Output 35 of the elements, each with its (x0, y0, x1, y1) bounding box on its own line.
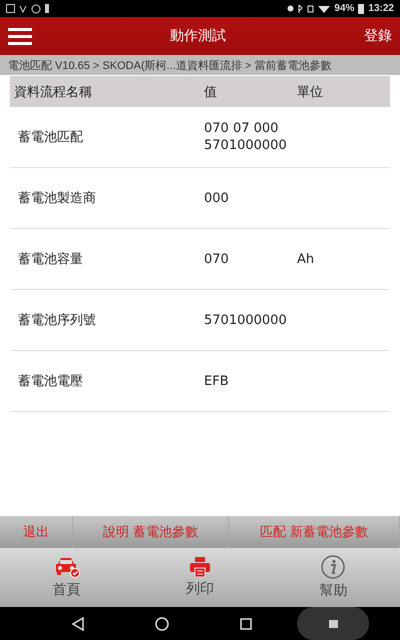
column-header: 資料流程名稱 (13, 84, 93, 100)
nav-button[interactable]: 首頁 (0, 548, 134, 607)
table-cell-text: 蓄電池匹配 (17, 129, 84, 146)
column-header: 單位 (297, 84, 323, 100)
back-icon[interactable] (72, 616, 84, 630)
menu-icon[interactable] (8, 28, 32, 44)
table-cell-text: 000 (204, 190, 230, 206)
table-cell-text: EFB (204, 372, 230, 390)
breadcrumb: 電池匹配 V10.65 > SKODA(斯柯...道資料匯流排 > 當前蓄電池參數 (0, 55, 400, 75)
table-cell-text: 蓄電池製造商 (17, 190, 97, 207)
circle-icon (31, 4, 41, 14)
car-icon (54, 556, 80, 578)
printer-icon (190, 557, 210, 577)
image-icon (6, 4, 15, 13)
table-cell-text: 蓄電池容量 (17, 251, 84, 268)
table-cell-text: 蓄電池電壓 (17, 373, 84, 390)
nav-button[interactable]: 幫助 (266, 548, 400, 607)
table-cell-text: 070 (204, 250, 230, 268)
battery-icon (358, 4, 364, 14)
column-header: 值 (204, 84, 218, 100)
table-cell-text: 070 07 000 5701000000 (204, 120, 288, 154)
clock: 13:22 (368, 3, 394, 14)
screen-title: 動作測試 (169, 27, 227, 45)
home-icon[interactable] (155, 616, 169, 630)
image-preview-button[interactable] (297, 607, 369, 640)
table-cell-text: 5701000000 (204, 312, 288, 328)
table-cell: Ah (297, 252, 314, 266)
login-button[interactable]: 登錄 (364, 27, 392, 45)
info-icon (321, 555, 346, 579)
table-cell-text: 蓄電池序列號 (17, 312, 97, 329)
image-icon (328, 620, 338, 628)
battery-percent: 94% (334, 3, 354, 14)
nav-button[interactable]: 列印 (133, 548, 267, 607)
recents-icon[interactable] (240, 618, 252, 630)
wifi-icon (318, 4, 330, 12)
